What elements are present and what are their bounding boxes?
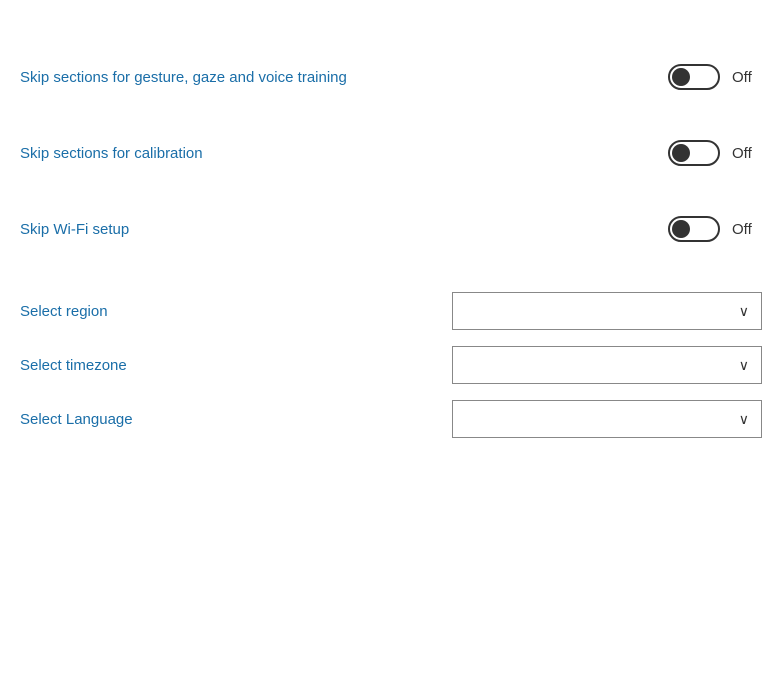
toggle-container-gesture-gaze-voice: Off xyxy=(668,64,762,90)
setting-label-wifi-setup: Skip Wi-Fi setup xyxy=(20,221,129,238)
dropdown-timezone[interactable]: ∨ xyxy=(452,346,762,384)
toggle-status-calibration: Off xyxy=(732,145,762,162)
setting-row-gesture-gaze-voice: Skip sections for gesture, gaze and voic… xyxy=(20,64,762,90)
dropdown-label-timezone: Select timezone xyxy=(20,357,127,374)
dropdown-language[interactable]: ∨ xyxy=(452,400,762,438)
toggle-container-wifi-setup: Off xyxy=(668,216,762,242)
toggle-container-calibration: Off xyxy=(668,140,762,166)
toggle-status-wifi-setup: Off xyxy=(732,221,762,238)
chevron-down-icon-region: ∨ xyxy=(739,303,749,320)
dropdown-row-language: Select Language ∨ xyxy=(20,400,762,438)
toggle-calibration[interactable] xyxy=(668,140,720,166)
toggle-knob-wifi-setup xyxy=(672,220,690,238)
toggle-status-gesture-gaze-voice: Off xyxy=(732,69,762,86)
toggle-knob-gesture-gaze-voice xyxy=(672,68,690,86)
toggle-wifi-setup[interactable] xyxy=(668,216,720,242)
setting-label-calibration: Skip sections for calibration xyxy=(20,145,203,162)
dropdown-row-timezone: Select timezone ∨ xyxy=(20,346,762,384)
setting-row-wifi-setup: Skip Wi-Fi setup Off xyxy=(20,216,762,242)
toggle-knob-calibration xyxy=(672,144,690,162)
dropdown-region[interactable]: ∨ xyxy=(452,292,762,330)
setting-label-gesture-gaze-voice: Skip sections for gesture, gaze and voic… xyxy=(20,69,347,86)
dropdown-label-language: Select Language xyxy=(20,411,133,428)
chevron-down-icon-timezone: ∨ xyxy=(739,357,749,374)
dropdown-row-region: Select region ∨ xyxy=(20,292,762,330)
toggle-gesture-gaze-voice[interactable] xyxy=(668,64,720,90)
dropdown-label-region: Select region xyxy=(20,303,108,320)
setting-row-calibration: Skip sections for calibration Off xyxy=(20,140,762,166)
chevron-down-icon-language: ∨ xyxy=(739,411,749,428)
